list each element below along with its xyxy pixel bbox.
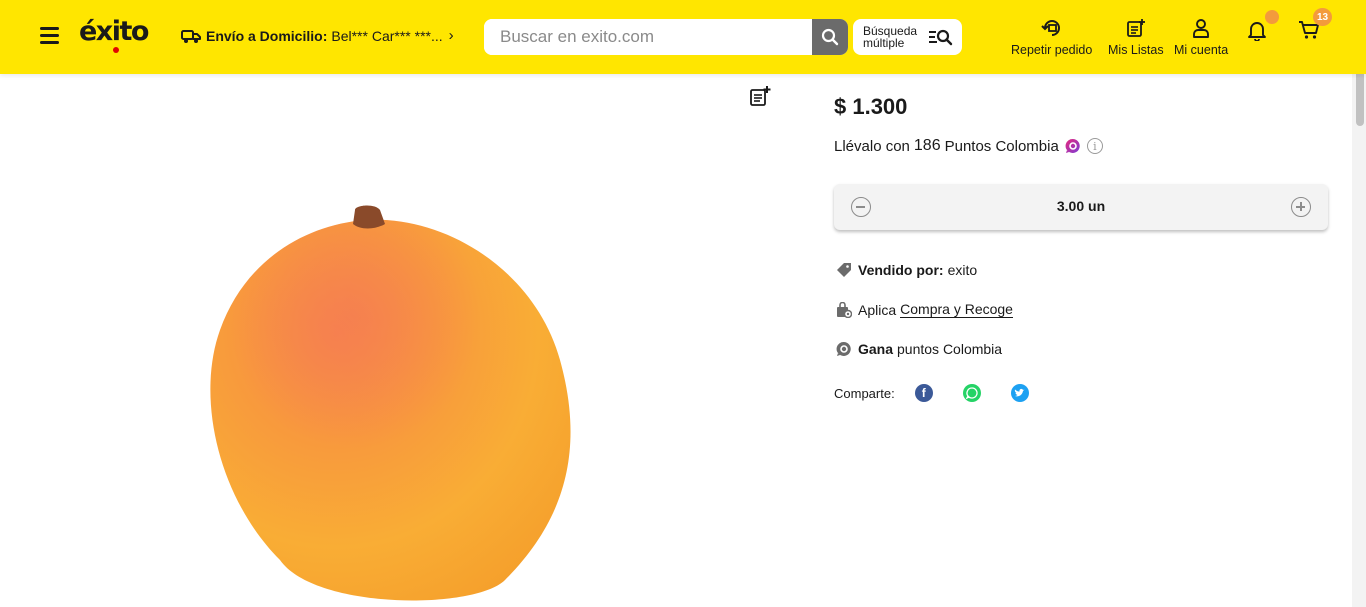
share-label: Comparte: — [834, 385, 895, 401]
points-prefix: Llévalo con — [834, 137, 910, 155]
chevron-right-icon: › — [448, 27, 454, 44]
delivery-label: Envío a Domicilio: — [206, 27, 328, 44]
truck-icon — [181, 29, 201, 43]
pickup-prefix: Aplica — [858, 301, 897, 318]
tag-icon — [837, 263, 851, 277]
sold-by-row: Vendido por: exito — [836, 262, 977, 278]
search-icon — [821, 28, 839, 46]
facebook-share-button[interactable]: f — [914, 384, 933, 402]
repeat-order-icon — [1040, 20, 1060, 36]
user-icon — [1193, 19, 1210, 38]
my-lists-label: Mis Listas — [1108, 43, 1164, 57]
points-value: 186 — [913, 137, 941, 154]
sold-by-label: Vendido por: — [858, 262, 944, 278]
quantity-stepper: 3.00 un — [834, 184, 1328, 230]
product-price: $ 1.300 — [834, 94, 908, 119]
repeat-order-label: Repetir pedido — [1011, 43, 1093, 57]
store-pickup-icon — [837, 301, 852, 318]
info-icon[interactable]: i — [1086, 138, 1103, 154]
earn-points-row: Gana puntos Colombia — [836, 341, 1002, 357]
list-search-icon — [929, 29, 953, 46]
quantity-value: 3.00 un — [1056, 198, 1106, 214]
bell-icon[interactable] — [1246, 19, 1268, 41]
pickup-link[interactable]: Compra y Recoge — [900, 301, 1013, 318]
logo-dot — [113, 47, 119, 53]
delivery-address: Bel*** Car*** ***... — [331, 27, 443, 44]
search-input[interactable] — [484, 19, 812, 55]
pickup-row: Aplica Compra y Recoge — [836, 301, 1013, 318]
multi-search-label: Búsqueda múltiple — [863, 25, 917, 49]
logo-text: éxito — [79, 16, 149, 47]
twitter-share-button[interactable] — [1010, 384, 1029, 402]
multi-search-line2: múltiple — [863, 36, 905, 50]
menu-icon[interactable] — [40, 27, 59, 44]
points-suffix: Puntos Colombia — [944, 137, 1059, 155]
delivery-selector[interactable]: Envío a Domicilio: Bel*** Car*** ***... … — [181, 27, 454, 44]
search-button[interactable] — [812, 19, 848, 55]
share-row: Comparte: f — [834, 384, 1029, 402]
my-lists-button[interactable]: Mis Listas — [1108, 18, 1164, 57]
multi-search-button[interactable]: Búsqueda múltiple — [853, 19, 962, 55]
repeat-order-button[interactable]: Repetir pedido — [1011, 18, 1092, 57]
sold-by-value: exito — [947, 262, 978, 278]
add-to-list-icon[interactable] — [749, 85, 771, 107]
puntos-colombia-icon — [1065, 138, 1080, 153]
exito-logo[interactable]: éxito — [79, 16, 149, 53]
points-info: Llévalo con 186 Puntos Colombia i — [834, 137, 1103, 155]
list-add-icon — [1126, 19, 1145, 37]
points-icon — [836, 341, 851, 356]
my-account-label: Mi cuenta — [1174, 43, 1229, 57]
header: éxito Envío a Domicilio: Bel*** Car*** *… — [0, 0, 1366, 74]
increase-quantity-button[interactable] — [1291, 197, 1311, 217]
twitter-icon — [1015, 388, 1025, 397]
earn-value: puntos Colombia — [897, 341, 1003, 357]
earn-label: Gana — [858, 341, 894, 357]
cart-count-badge: 13 — [1313, 8, 1332, 26]
facebook-icon: f — [921, 386, 926, 400]
notification-dot — [1265, 10, 1279, 24]
product-image-mango — [210, 205, 571, 601]
whatsapp-icon — [965, 387, 978, 399]
my-account-button[interactable]: Mi cuenta — [1174, 18, 1228, 57]
whatsapp-share-button[interactable] — [962, 384, 981, 402]
search-bar — [484, 19, 848, 55]
